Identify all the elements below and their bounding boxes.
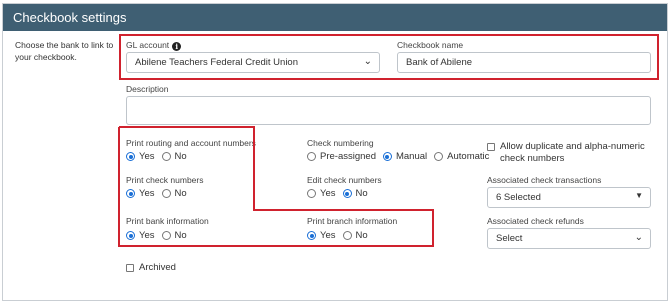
highlight-outline-print-options xyxy=(118,126,434,247)
highlight-polyline xyxy=(118,126,434,247)
